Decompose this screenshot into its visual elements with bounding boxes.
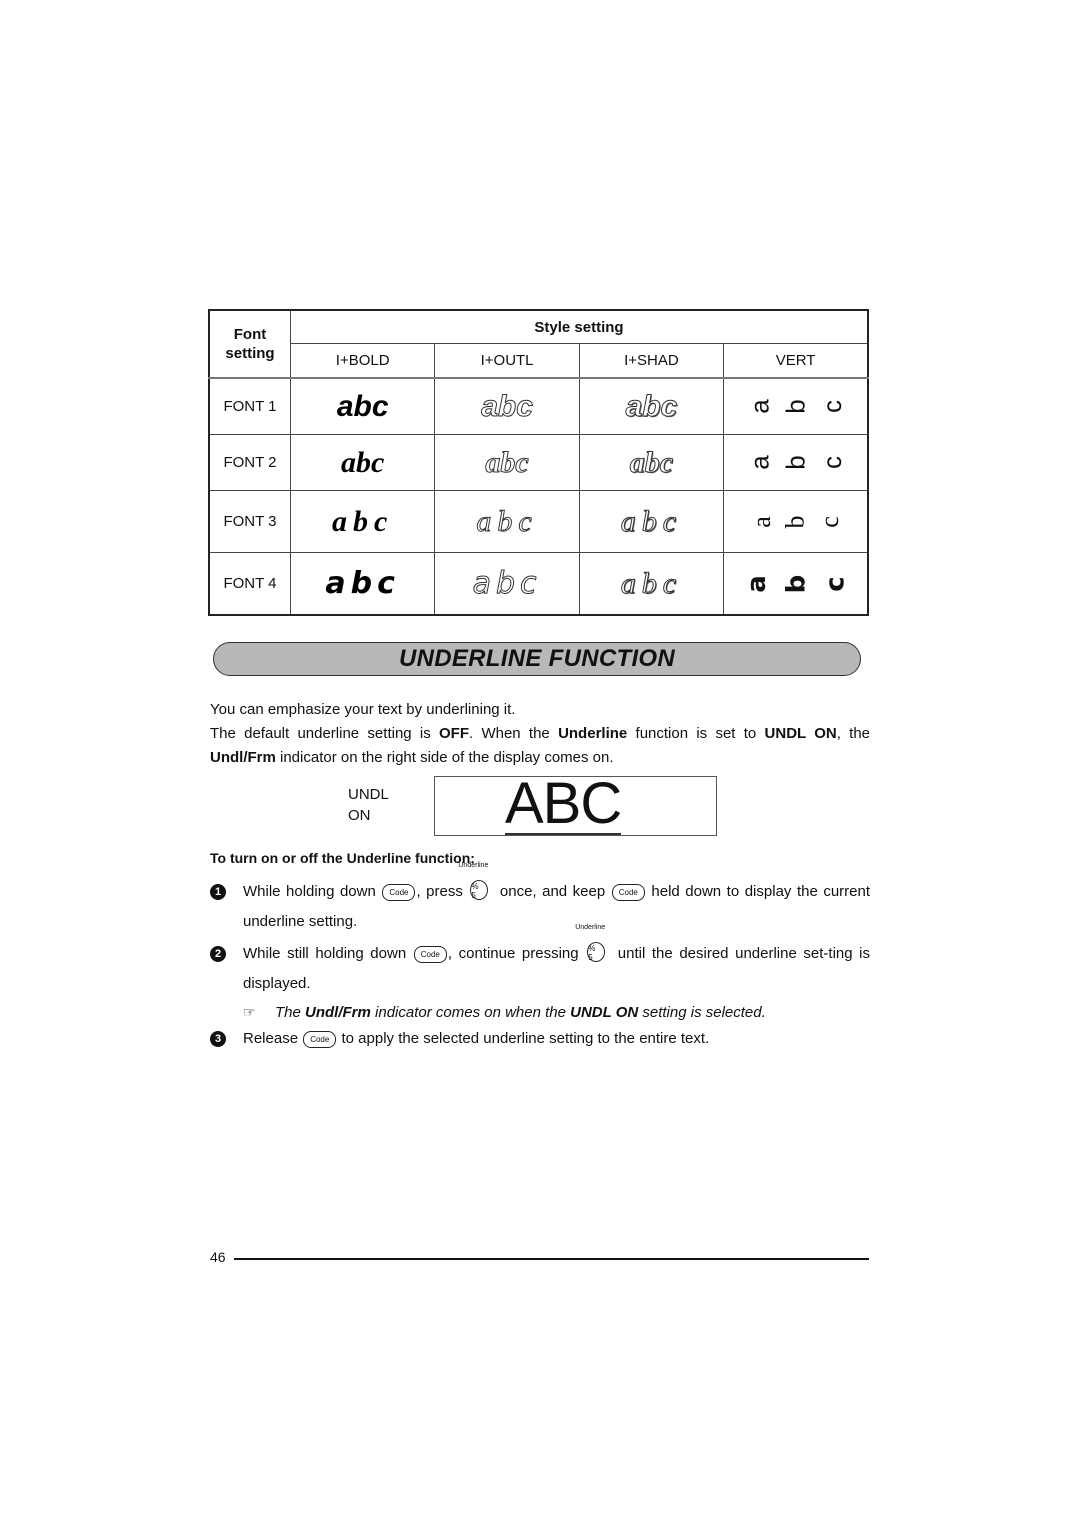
label-line: UNDL: [348, 786, 389, 803]
vert-letter: a: [744, 399, 775, 414]
step-number-icon: 1: [210, 884, 226, 900]
step-3: 3 Release Code to apply the selected und…: [210, 1024, 870, 1054]
table-row: FONT 2 abc abc abc abc: [208, 434, 869, 491]
style-setting-header: Style setting: [290, 309, 869, 344]
step-2: 2 While still holding down Code, continu…: [210, 924, 870, 999]
sample-vert: abc: [744, 447, 846, 478]
vert-letter: c: [814, 515, 844, 528]
text-bold: Underline: [558, 725, 628, 742]
key-bottom: 5: [471, 891, 476, 900]
code-key-icon: Code: [303, 1031, 337, 1048]
sample-vert: abc: [742, 569, 851, 599]
font-label: FONT 3: [208, 490, 291, 553]
intro-paragraph: The default underline setting is OFF. Wh…: [210, 722, 870, 770]
table-row: FONT 3 abc abc abc abc: [208, 490, 869, 553]
code-key-icon: Code: [611, 884, 645, 901]
code-key-icon: Code: [413, 946, 447, 963]
sample-vert: abc: [746, 507, 844, 537]
sample-ibold: abc: [341, 445, 385, 479]
sample-ishad: abc: [620, 566, 683, 600]
sample-ioutl: abc: [472, 566, 542, 602]
vert-letter: a: [744, 455, 775, 470]
column-header-ioutl: I+OUTL: [434, 343, 580, 379]
column-header-ibold: I+BOLD: [289, 343, 436, 379]
section-title: UNDERLINE FUNCTION: [213, 642, 861, 676]
vert-letter: c: [816, 456, 847, 469]
key-caption: Underline: [458, 862, 489, 869]
sample-ioutl: abc: [485, 445, 529, 479]
font-setting-header: Font setting: [208, 309, 291, 379]
underline-key: Underline% 5: [575, 924, 611, 962]
label-line: ON: [348, 807, 371, 824]
key-top: %: [588, 944, 596, 953]
key-top: %: [471, 882, 479, 891]
sample-ishad: abc: [620, 504, 683, 538]
step-1: 1 While holding down Code, press Underli…: [210, 862, 870, 937]
column-header-ishad: I+SHAD: [578, 343, 725, 379]
display-text: ABC: [505, 771, 622, 836]
undl-on-label: UNDL ON: [348, 784, 389, 826]
intro-line: You can emphasize your text by underlini…: [210, 701, 516, 718]
text: indicator comes on when the: [370, 1004, 571, 1021]
text-bold: Undl/Frm: [210, 749, 276, 766]
font-label: FONT 2: [208, 434, 291, 491]
text: While holding down: [243, 883, 382, 900]
step-number-icon: 2: [210, 946, 226, 962]
sample-ioutl: abc: [481, 389, 534, 423]
text-bold: UNDL ON: [764, 725, 837, 742]
text-bold: UNDL ON: [570, 1004, 639, 1021]
note: ☞ The Undl/Frm indicator comes on when th…: [243, 1004, 766, 1021]
text: indicator on the right side of the displ…: [275, 749, 614, 766]
step-number-icon: 3: [210, 1031, 226, 1047]
text: While still holding down: [243, 945, 413, 962]
vert-letter: b: [780, 515, 810, 528]
vert-letter: a: [741, 574, 772, 593]
vert-letter: b: [780, 399, 811, 414]
text: , continue pressing: [447, 945, 586, 962]
text: , press: [416, 883, 469, 900]
sample-ibold: abc: [325, 566, 400, 601]
key-caption: Underline: [575, 924, 606, 931]
sample-ibold: abc: [336, 389, 389, 423]
table-row: FONT 4 abc abc abc abc: [208, 552, 869, 616]
text-bold: OFF: [439, 725, 470, 742]
column-header-vert: VERT: [723, 343, 869, 379]
font-label: FONT 1: [208, 377, 291, 435]
sample-vert: abc: [744, 391, 846, 422]
vert-letter: b: [780, 455, 811, 470]
vert-letter: c: [816, 400, 847, 413]
style-setting-table: Font setting Style setting I+BOLD I+OUTL…: [208, 309, 869, 616]
text: Release: [243, 1030, 303, 1047]
five-key-icon: % 5: [587, 942, 606, 962]
vert-letter: b: [781, 574, 812, 593]
sample-ioutl: abc: [476, 504, 538, 538]
footer-rule: [234, 1258, 869, 1260]
table-row: FONT 1 abc abc abc abc: [208, 377, 869, 435]
page-number: 46: [210, 1249, 226, 1265]
text-bold: Undl/Frm: [305, 1004, 371, 1021]
sample-ibold: abc: [332, 504, 394, 538]
vert-letter: c: [820, 575, 851, 592]
text: setting is selected.: [638, 1004, 766, 1021]
sample-ishad: abc: [625, 389, 678, 423]
text: The: [275, 1004, 306, 1021]
text: function is set to: [627, 725, 765, 742]
five-key-icon: % 5: [470, 880, 489, 900]
procedure-heading: To turn on or off the Underline function…: [210, 850, 475, 866]
key-bottom: 5: [588, 953, 593, 962]
lcd-display: ABC: [434, 771, 717, 836]
vert-letter: a: [746, 515, 776, 528]
text: The default underline setting is: [210, 725, 440, 742]
text: , the: [836, 725, 870, 742]
font-label: FONT 4: [208, 552, 291, 616]
pointing-hand-icon: ☞: [243, 1004, 256, 1020]
underline-key: Underline% 5: [458, 862, 494, 900]
code-key-icon: Code: [382, 884, 416, 901]
text: once, and keep: [494, 883, 611, 900]
sample-ishad: abc: [629, 445, 674, 479]
text: . When the: [469, 725, 559, 742]
text: to apply the selected underline setting …: [337, 1030, 710, 1047]
